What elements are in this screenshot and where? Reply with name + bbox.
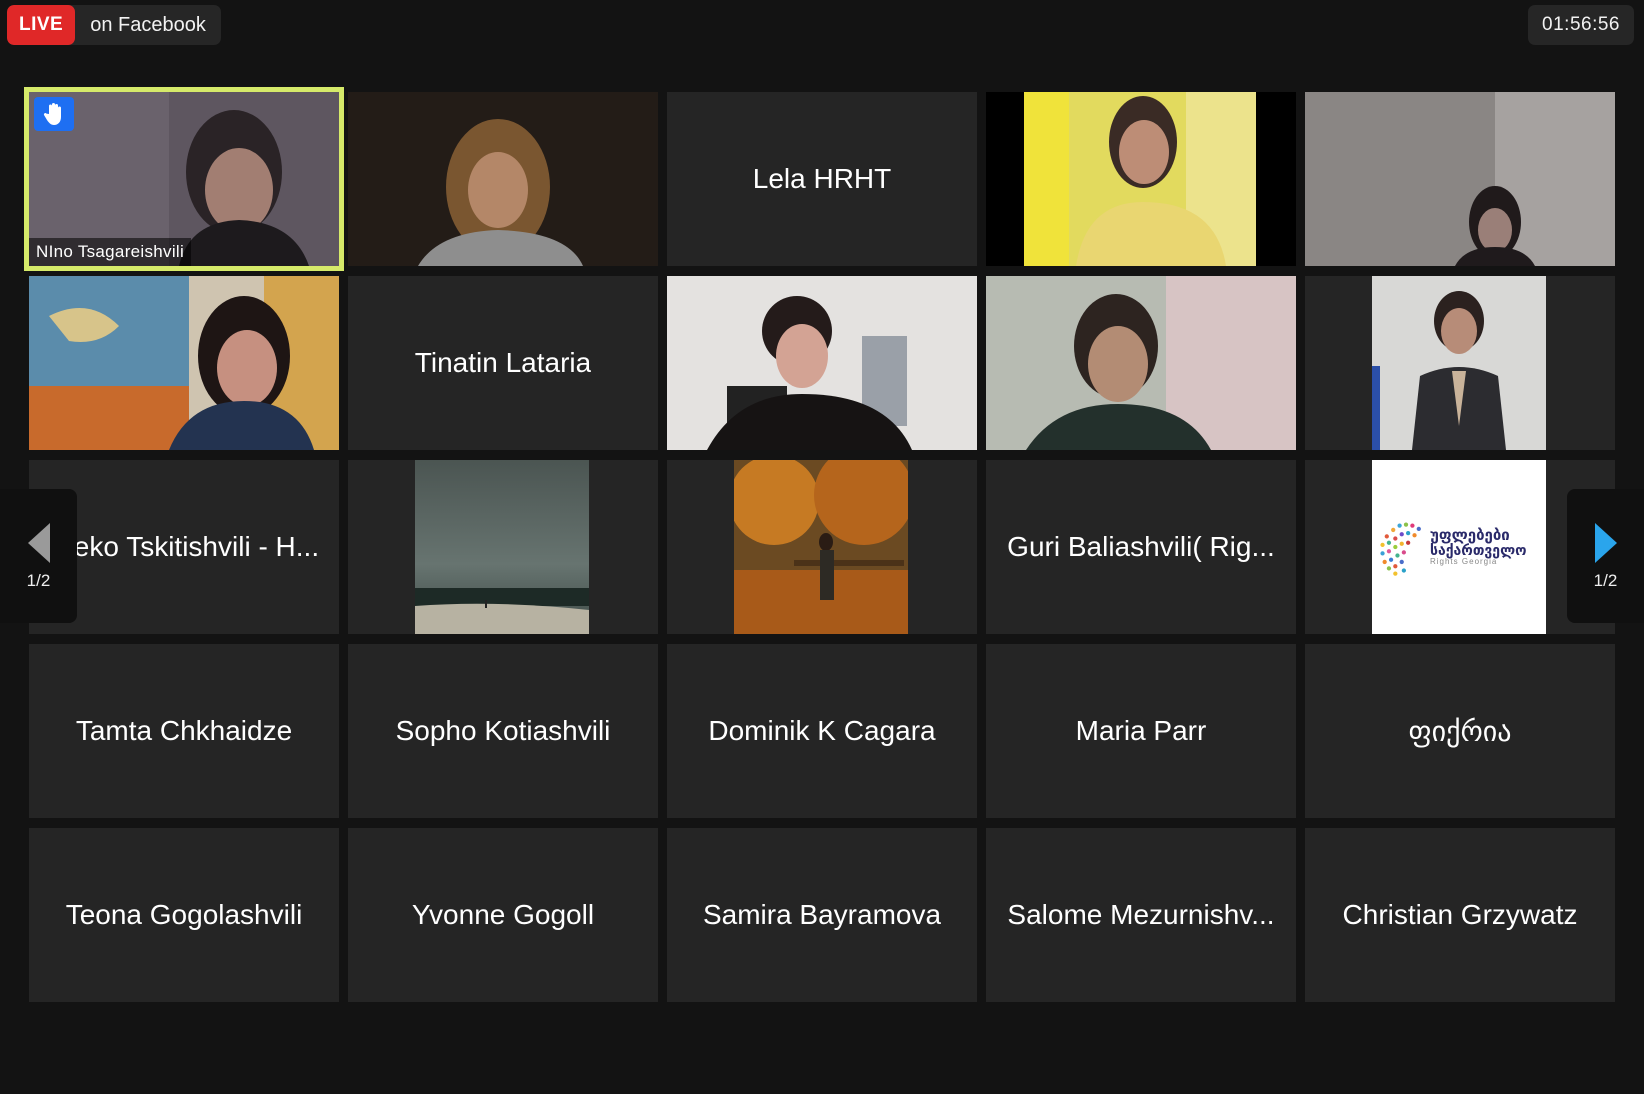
participant-tile[interactable]: Christian Grzywatz [1305, 828, 1615, 1002]
logo-text-line3: Rights Georgia [1430, 557, 1498, 567]
participant-name: Maria Parr [1075, 715, 1207, 746]
participant-name: Aleko Tskitishvili - H... [48, 531, 320, 562]
participant-video [29, 276, 339, 450]
participant-name: Lela HRHT [752, 163, 892, 194]
participant-tile[interactable]: Yvonne Gogoll [348, 828, 658, 1002]
participant-video [986, 276, 1296, 450]
page-indicator-left: 1/2 [26, 571, 51, 590]
participant-name: Tamta Chkhaidze [75, 715, 293, 746]
participant-gallery: NIno Tsagareishvili Lela HRHT Tinatin La… [24, 87, 1615, 1002]
chevron-left-icon [27, 523, 50, 563]
participant-tile[interactable] [986, 92, 1296, 266]
participant-tile-active-speaker[interactable]: NIno Tsagareishvili [24, 87, 344, 271]
rights-georgia-logo: უფლებები საქართველო Rights Georgia [1372, 460, 1546, 634]
participant-name: Teona Gogolashvili [65, 899, 303, 930]
participant-tile[interactable]: Teona Gogolashvili [29, 828, 339, 1002]
participant-tile[interactable] [667, 460, 977, 634]
participant-tile[interactable] [348, 460, 658, 634]
participant-tile[interactable] [986, 276, 1296, 450]
next-page-button[interactable]: 1/2 [1567, 489, 1644, 623]
participant-tile[interactable]: Sopho Kotiashvili [348, 644, 658, 818]
participant-name: Guri Baliashvili( Rig... [1007, 531, 1275, 562]
participant-tile[interactable] [348, 92, 658, 266]
participant-video [1305, 92, 1615, 266]
participant-name: Christian Grzywatz [1342, 899, 1578, 930]
participant-name-tag: NIno Tsagareishvili [29, 238, 192, 266]
live-badge: LIVE [7, 5, 76, 45]
logo-text-line2: საქართველო [1430, 542, 1527, 559]
participant-tile[interactable]: Tamta Chkhaidze [29, 644, 339, 818]
participant-tile[interactable]: Lela HRHT [667, 92, 977, 266]
participant-name: Sopho Kotiashvili [395, 715, 611, 746]
participant-video [667, 276, 977, 450]
participant-tile[interactable]: Dominik K Cagara [667, 644, 977, 818]
chevron-right-icon [1594, 523, 1617, 563]
participant-photo [1372, 276, 1546, 450]
participant-tile[interactable]: Tinatin Lataria [348, 276, 658, 450]
participant-name: ფიქრია [1408, 715, 1512, 747]
participant-name: Salome Mezurnishv... [1007, 899, 1275, 930]
participant-tile[interactable]: Salome Mezurnishv... [986, 828, 1296, 1002]
participant-name: Tinatin Lataria [414, 347, 592, 378]
previous-page-button[interactable]: 1/2 [0, 489, 77, 623]
participant-tile[interactable] [1305, 92, 1615, 266]
participant-tile[interactable] [1305, 276, 1615, 450]
participant-photo [415, 460, 589, 634]
live-target-label: on Facebook [90, 13, 206, 36]
participant-tile[interactable] [667, 276, 977, 450]
meeting-timer: 01:56:56 [1528, 5, 1634, 45]
participant-name: Yvonne Gogoll [411, 899, 595, 930]
participant-photo [729, 460, 914, 634]
participant-tile[interactable]: ფიქრია [1305, 644, 1615, 818]
participant-name: Dominik K Cagara [708, 715, 936, 746]
participant-tile[interactable] [29, 276, 339, 450]
page-indicator-right: 1/2 [1593, 571, 1618, 590]
participant-name: Samira Bayramova [702, 899, 942, 930]
logo-text-line1: უფლებები [1430, 526, 1510, 544]
live-stream-indicator[interactable]: LIVE on Facebook [7, 5, 221, 45]
raise-hand-icon [34, 97, 74, 131]
participant-tile[interactable]: Samira Bayramova [667, 828, 977, 1002]
participant-video [348, 92, 658, 266]
participant-video [986, 92, 1296, 266]
participant-tile[interactable]: Guri Baliashvili( Rig... [986, 460, 1296, 634]
participant-tile[interactable]: Maria Parr [986, 644, 1296, 818]
zoom-meeting-gallery: LIVE on Facebook 01:56:56 NIno Tsagareis… [0, 0, 1644, 1094]
